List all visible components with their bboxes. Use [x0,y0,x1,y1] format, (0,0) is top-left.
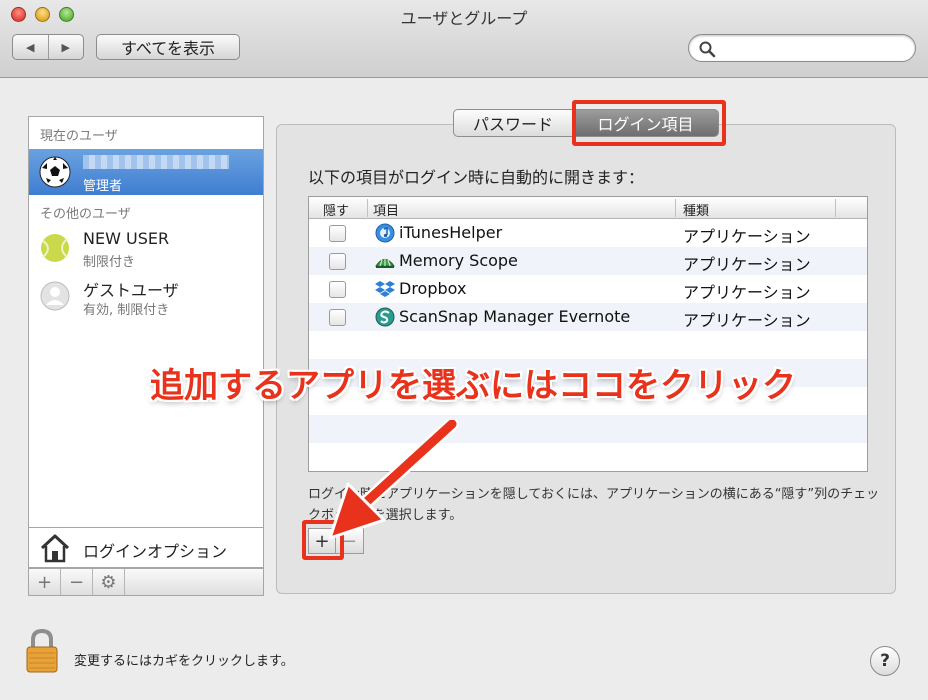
other-users-header: その他のユーザ [40,207,131,222]
tennis-ball-icon [41,234,69,262]
guest-user-icon [40,281,70,311]
table-header: 隠す 項目 種類 [309,197,867,219]
house-icon [40,534,70,563]
annotation-caption: 追加するアプリを選ぶにはココをクリック [150,366,796,406]
window-title: ユーザとグループ [400,9,528,28]
hide-checkbox[interactable] [329,309,346,326]
dropbox-icon [375,281,395,297]
lock-icon[interactable] [24,628,60,674]
tab-highlight-box [572,100,726,146]
user-row-new-user[interactable]: NEW USER 制限付き [29,225,263,271]
app-kind: アプリケーション [683,227,811,246]
soccer-ball-icon [39,156,71,188]
app-name: Memory Scope [399,251,518,270]
table-row[interactable]: iTunesHelper アプリケーション [309,219,867,247]
search-icon [699,41,716,58]
app-kind: アプリケーション [683,311,811,330]
column-divider [835,199,836,217]
search-field[interactable] [688,34,916,62]
window-titlebar: ユーザとグループ ◀ ▶ すべてを表示 [0,0,928,78]
user-role: 有効, 制限付き [83,303,170,318]
user-role: 制限付き [83,255,136,270]
app-kind: アプリケーション [683,255,811,274]
app-name: iTunesHelper [399,223,503,242]
hide-checkbox[interactable] [329,253,346,270]
search-input[interactable] [721,39,901,57]
hide-checkbox[interactable] [329,281,346,298]
intro-text: 以下の項目がログイン時に自動的に開きます： [308,168,645,187]
back-forward-control: ◀ ▶ [12,34,84,60]
forward-button[interactable]: ▶ [49,35,84,59]
current-user-header: 現在のユーザ [40,129,118,144]
back-button[interactable]: ◀ [13,35,49,59]
app-kind: アプリケーション [683,283,811,302]
sidebar-button-bar: + − ⚙ [28,568,264,596]
memory-scope-icon [375,258,395,268]
user-name: NEW USER [83,229,170,248]
column-divider [675,199,676,217]
column-header-hide[interactable]: 隠す [323,200,349,219]
current-user-name-redacted [83,155,229,169]
app-name: ScanSnap Manager Evernote [399,307,631,326]
login-options-item[interactable]: ログインオプション [28,528,264,568]
column-header-item[interactable]: 項目 [373,200,399,219]
annotation-arrow-icon [328,420,459,540]
table-row[interactable]: ScanSnap Manager Evernote アプリケーション [309,303,867,331]
gear-icon[interactable]: ⚙ [93,569,125,595]
show-all-button[interactable]: すべてを表示 [96,34,240,60]
help-button[interactable]: ? [870,646,900,676]
column-divider [367,199,368,217]
login-options-label: ログインオプション [83,542,228,561]
hide-checkbox[interactable] [329,225,346,242]
remove-user-button[interactable]: − [61,569,93,595]
app-name: Dropbox [399,279,467,298]
user-name: ゲストユーザ [83,281,179,300]
tab-password[interactable]: パスワード [453,109,573,137]
table-row[interactable]: Memory Scope アプリケーション [309,247,867,275]
table-row-empty [309,331,867,359]
itunes-icon [375,223,395,243]
user-list: 現在のユーザ 管理者 その他のユーザ NEW USER 制限付き ゲストユーザ … [28,116,264,528]
user-row-current[interactable]: 管理者 [29,149,263,195]
table-row[interactable]: Dropbox アプリケーション [309,275,867,303]
scansnap-icon [375,307,395,327]
lock-text: 変更するにはカギをクリックします。 [74,654,294,669]
user-row-guest[interactable]: ゲストユーザ 有効, 制限付き [29,273,263,319]
add-user-button[interactable]: + [29,569,61,595]
column-header-kind[interactable]: 種類 [683,200,709,219]
current-user-role: 管理者 [83,179,123,194]
